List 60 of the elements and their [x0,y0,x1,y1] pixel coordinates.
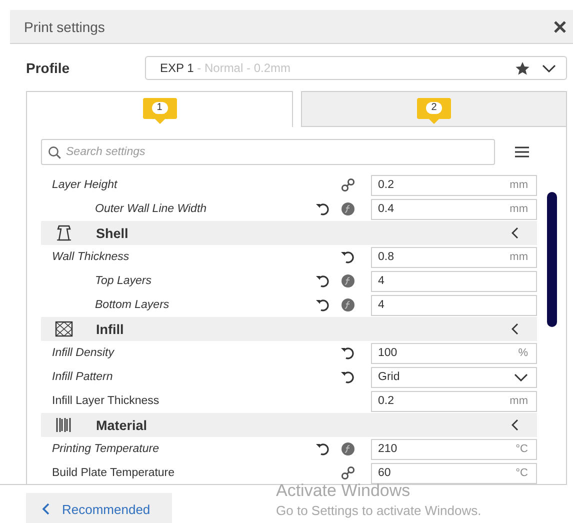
reset-icon[interactable] [315,298,331,312]
search-field[interactable]: Search settings [41,139,495,165]
tab[interactable]: 1 [26,91,293,127]
formula-icon[interactable] [340,274,356,288]
value-field[interactable]: 4 [371,294,537,316]
category-header[interactable]: Material [41,413,537,437]
close-icon[interactable] [553,20,567,34]
category-header[interactable]: Infill [41,317,537,341]
setting-label: Printing Temperature [51,443,160,455]
setting-label: Build Plate Temperature [51,467,176,479]
value-field[interactable]: 210 °C [371,438,537,460]
star-icon[interactable] [515,60,530,76]
window-title: Print settings [24,18,105,34]
setting-label: Infill Density [51,347,116,359]
setting-label: Outer Wall Line Width [94,203,208,215]
dropdown-field[interactable]: Grid [371,366,537,388]
chevron-down-icon [542,64,556,72]
setting-label: Wall Thickness [51,251,130,263]
reset-icon[interactable] [315,202,331,216]
value-field[interactable]: 100 % [371,342,537,364]
search-icon [48,146,61,159]
recommended-button[interactable]: Recommended [26,493,172,523]
value-field[interactable]: 0.8 mm [371,246,537,268]
value-field[interactable]: 60 °C [371,462,537,484]
setting-label: Bottom Layers [94,299,170,311]
reset-icon[interactable] [340,370,356,384]
value-field[interactable]: 0.4 mm [371,198,537,220]
profile-label: Profile [26,60,71,76]
scrollbar-thumb[interactable] [547,192,557,327]
formula-icon[interactable] [340,298,356,312]
reset-icon[interactable] [315,274,331,288]
category-header[interactable]: Shell [41,221,537,245]
step-badge: 2 [417,98,451,124]
formula-icon[interactable] [340,442,356,456]
setting-label: Infill Pattern [51,371,114,383]
reset-icon[interactable] [315,442,331,456]
reset-icon[interactable] [340,346,356,360]
reset-icon[interactable] [340,250,356,264]
step-badge: 1 [142,98,176,124]
chevron-down-icon [514,372,528,382]
tab[interactable]: 2 [301,91,567,127]
shell-icon [54,224,74,242]
chevron-left-icon [42,503,50,515]
setting-label: Top Layers [94,275,152,287]
chevron-left-icon [511,227,519,239]
setting-label: Layer Height [51,179,118,191]
activation-text: Go to Settings to activate Windows. [276,503,482,518]
activation-title: Activate Windows [276,481,412,501]
profile-dropdown[interactable]: EXP 1 - Normal - 0.2mm [145,56,567,80]
value-field[interactable]: 0.2 mm [371,174,537,196]
formula-icon[interactable] [340,202,356,216]
setting-label: Infill Layer Thickness [51,395,160,407]
link-icon[interactable] [340,178,356,192]
menu-icon[interactable] [514,146,530,158]
chevron-left-icon [511,323,519,335]
link-icon[interactable] [340,466,356,480]
infill-pattern-icon [54,320,74,338]
chevron-left-icon [511,419,519,431]
value-field[interactable]: 4 [371,270,537,292]
value-field[interactable]: 0.2 mm [371,390,537,412]
